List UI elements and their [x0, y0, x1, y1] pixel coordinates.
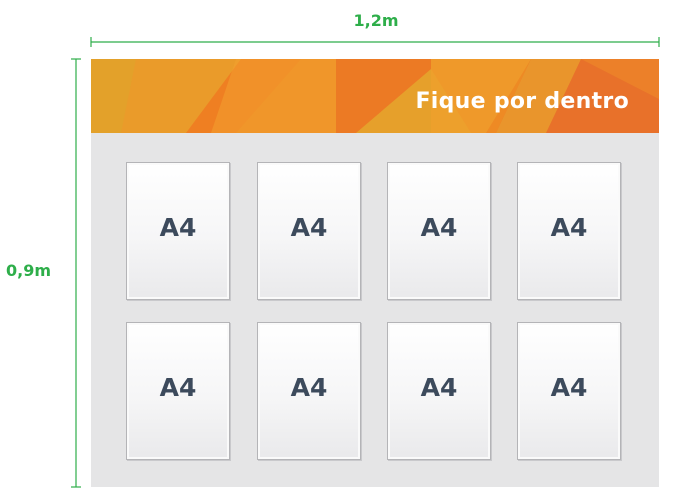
banner-title: Fique por dentro: [415, 89, 629, 114]
pocket-label: A4: [290, 213, 328, 242]
pocket-label: A4: [550, 213, 588, 242]
height-label: 0,9m: [6, 261, 52, 280]
a4-pocket: A4: [126, 162, 230, 300]
pocket-label: A4: [290, 373, 328, 402]
pocket-label: A4: [550, 373, 588, 402]
notice-board: Fique por dentro A4 A4 A4 A4 A4 A4 A4 A4: [91, 59, 659, 487]
width-label: 1,2m: [353, 11, 399, 30]
a4-pocket: A4: [517, 162, 621, 300]
pocket-label: A4: [159, 373, 197, 402]
pocket-label: A4: [159, 213, 197, 242]
a4-pocket: A4: [387, 162, 491, 300]
a4-pocket: A4: [387, 322, 491, 460]
banner: Fique por dentro: [91, 59, 659, 133]
a4-pocket: A4: [126, 322, 230, 460]
a4-pocket: A4: [517, 322, 621, 460]
pocket-label: A4: [420, 373, 458, 402]
pocket-label: A4: [420, 213, 458, 242]
a4-pocket: A4: [257, 322, 361, 460]
a4-pocket: A4: [257, 162, 361, 300]
